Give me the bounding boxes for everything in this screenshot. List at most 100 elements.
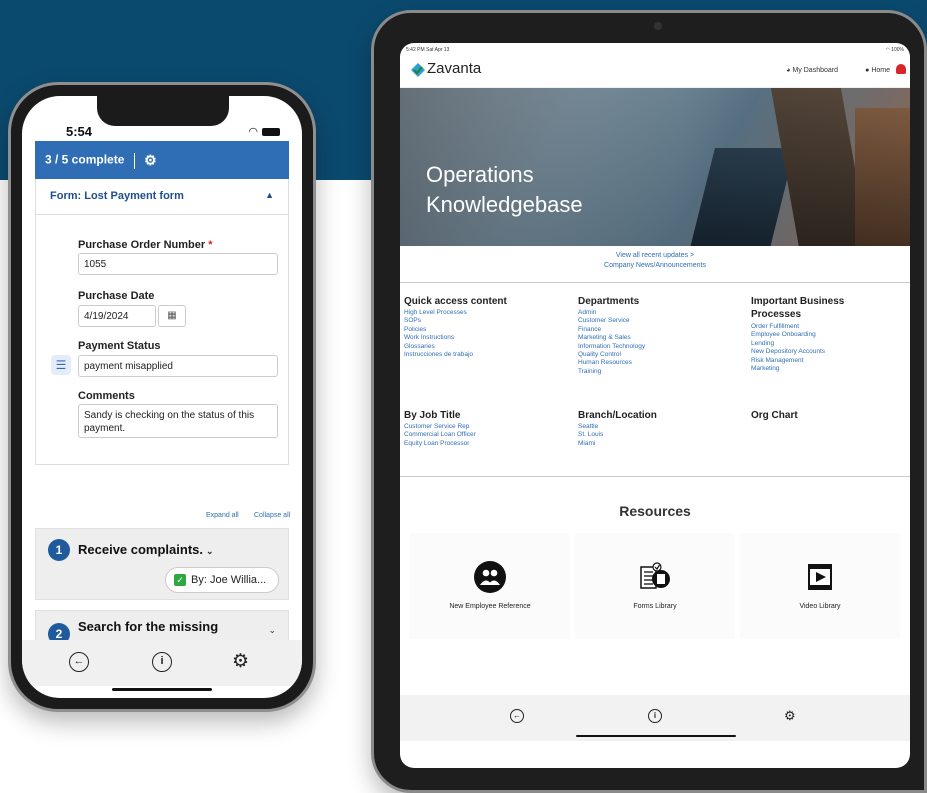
calendar-icon[interactable]: ▦ (158, 305, 186, 327)
list-item[interactable]: SOPs (404, 317, 473, 325)
comments-textarea[interactable]: Sandy is checking on the status of this … (78, 404, 278, 438)
list-item[interactable]: Miami (578, 440, 603, 448)
list-item[interactable]: Admin (578, 309, 645, 317)
form-accordion-header[interactable]: Form: Lost Payment form ▲ (35, 179, 289, 215)
list-item[interactable]: Customer Service Rep (404, 423, 476, 431)
list-item[interactable]: Marketing (751, 365, 825, 373)
list-item[interactable]: Training (578, 368, 645, 376)
assignee-text: By: Joe Willia... (191, 574, 267, 586)
step-title: Receive complaints. ⌄ (78, 542, 214, 557)
job-title-heading: By Job Title (404, 410, 461, 421)
resource-label: Video Library (799, 603, 841, 610)
list-item[interactable]: Finance (578, 326, 645, 334)
list-item[interactable]: Commercial Loan Officer (404, 431, 476, 439)
expand-all-link[interactable]: Expand all (206, 512, 239, 519)
chevron-down-icon[interactable]: ⌄ (206, 546, 214, 556)
org-chart-link[interactable]: Org Chart (751, 409, 798, 422)
recent-updates-link[interactable]: View all recent updates > (400, 252, 910, 259)
form-fields-panel: Purchase Order Number * 1055 Purchase Da… (35, 215, 289, 465)
progress-divider (133, 152, 135, 169)
tablet-device: 5:42 PM Sat Apr 13 ◠ 100% Zavanta ◕ My D… (371, 10, 927, 793)
resource-card-new-employee[interactable]: New Employee Reference (410, 533, 570, 639)
gear-icon[interactable]: ⚙ (232, 652, 249, 672)
list-item[interactable]: High Level Processes (404, 309, 473, 317)
step-title-text: Receive complaints. (78, 542, 203, 557)
list-item[interactable]: Order Fulfillment (751, 323, 825, 331)
step-card[interactable]: 1 Receive complaints. ⌄ ✓ By: Joe Willia..… (35, 528, 289, 600)
list-item[interactable]: Equity Loan Processor (404, 440, 476, 448)
resource-card-forms-library[interactable]: Forms Library (575, 533, 735, 639)
resource-label: Forms Library (633, 603, 677, 610)
purchase-date-input[interactable]: 4/19/2024 (78, 305, 156, 327)
checkmark-icon: ✓ (174, 574, 186, 587)
chevron-up-icon[interactable]: ▲ (265, 190, 274, 200)
phone-notch (97, 96, 229, 126)
list-item[interactable]: Lending (751, 340, 825, 348)
home-indicator (576, 735, 736, 737)
home-text: Home (871, 67, 890, 74)
notification-bell-icon[interactable] (896, 64, 906, 74)
hero-title-line: Operations (426, 162, 534, 187)
zavanta-logo-icon (411, 63, 425, 77)
info-icon[interactable]: i (648, 709, 662, 723)
list-item[interactable]: St. Louis (578, 431, 603, 439)
required-mark: * (208, 239, 213, 251)
my-dashboard-link[interactable]: ◕ My Dashboard (786, 67, 838, 74)
chevron-down-icon[interactable]: ⌄ (268, 625, 276, 636)
form-title: Form: Lost Payment form (50, 190, 184, 202)
departments-heading: Departments (578, 296, 640, 307)
list-item[interactable]: Customer Service (578, 317, 645, 325)
list-item[interactable]: Instrucciones de trabajo (404, 351, 473, 359)
important-processes-list: Order Fulfillment Employee Onboarding Le… (751, 323, 825, 373)
purchase-date-label: Purchase Date (78, 290, 155, 302)
logo-text[interactable]: Zavanta (427, 60, 481, 77)
collapse-all-link[interactable]: Collapse all (254, 512, 290, 519)
list-item[interactable]: Employee Onboarding (751, 331, 825, 339)
list-item[interactable]: New Depository Accounts (751, 348, 825, 356)
forms-icon (640, 562, 670, 589)
phone-status-icons: ◠ (248, 125, 280, 138)
tablet-header: Zavanta ◕ My Dashboard ● Home (400, 56, 910, 88)
branch-location-heading: Branch/Location (578, 410, 657, 421)
list-item[interactable]: Quality Control (578, 351, 645, 359)
list-item[interactable]: Policies (404, 326, 473, 334)
po-number-input[interactable]: 1055 (78, 253, 278, 275)
tablet-status-battery: ◠ 100% (885, 47, 904, 53)
gear-icon[interactable]: ⚙ (784, 709, 796, 723)
comments-label: Comments (78, 390, 135, 402)
hero-title: Operations Knowledgebase (426, 160, 583, 220)
list-item[interactable]: Seattle (578, 423, 603, 431)
list-item[interactable]: Marketing & Sales (578, 334, 645, 342)
progress-bar-header: 3 / 5 complete ⚙ (35, 141, 289, 179)
back-arrow-icon[interactable]: ← (69, 652, 89, 672)
departments-list: Admin Customer Service Finance Marketing… (578, 309, 645, 376)
list-item[interactable]: Human Resources (578, 359, 645, 367)
quick-access-list: High Level Processes SOPs Policies Work … (404, 309, 473, 359)
resources-heading: Resources (619, 503, 691, 519)
company-news-link[interactable]: Company News/Announcements (400, 262, 910, 269)
heading-line: Important Business (751, 296, 845, 307)
step-number-badge: 1 (48, 539, 70, 561)
tablet-camera (654, 22, 662, 30)
resource-card-video-library[interactable]: Video Library (740, 533, 900, 639)
divider (400, 282, 910, 283)
payment-status-label: Payment Status (78, 340, 161, 352)
po-number-label-text: Purchase Order Number (78, 239, 206, 251)
list-item[interactable]: Glossaries (404, 343, 473, 351)
tablet-status-time: 5:42 PM Sat Apr 13 (406, 47, 450, 53)
tablet-screen: 5:42 PM Sat Apr 13 ◠ 100% Zavanta ◕ My D… (400, 43, 910, 768)
phone-device: 5:54 ◠ 3 / 5 complete ⚙ Form: Lost Payme… (8, 82, 316, 712)
list-item[interactable]: Information Technology (578, 343, 645, 351)
assignee-badge[interactable]: ✓ By: Joe Willia... (165, 567, 279, 593)
home-link[interactable]: ● Home (865, 67, 890, 74)
gear-icon[interactable]: ⚙ (144, 152, 157, 168)
divider (400, 476, 910, 477)
list-item[interactable]: Risk Management (751, 357, 825, 365)
list-item[interactable]: Work Instructions (404, 334, 473, 342)
wifi-icon: ◠ (248, 126, 259, 138)
payment-status-input[interactable]: payment misapplied (78, 355, 278, 377)
back-arrow-icon[interactable]: ← (510, 709, 524, 723)
info-icon[interactable]: i (152, 652, 172, 672)
list-icon[interactable]: ☰ (51, 355, 71, 375)
branch-location-list: Seattle St. Louis Miami (578, 423, 603, 448)
